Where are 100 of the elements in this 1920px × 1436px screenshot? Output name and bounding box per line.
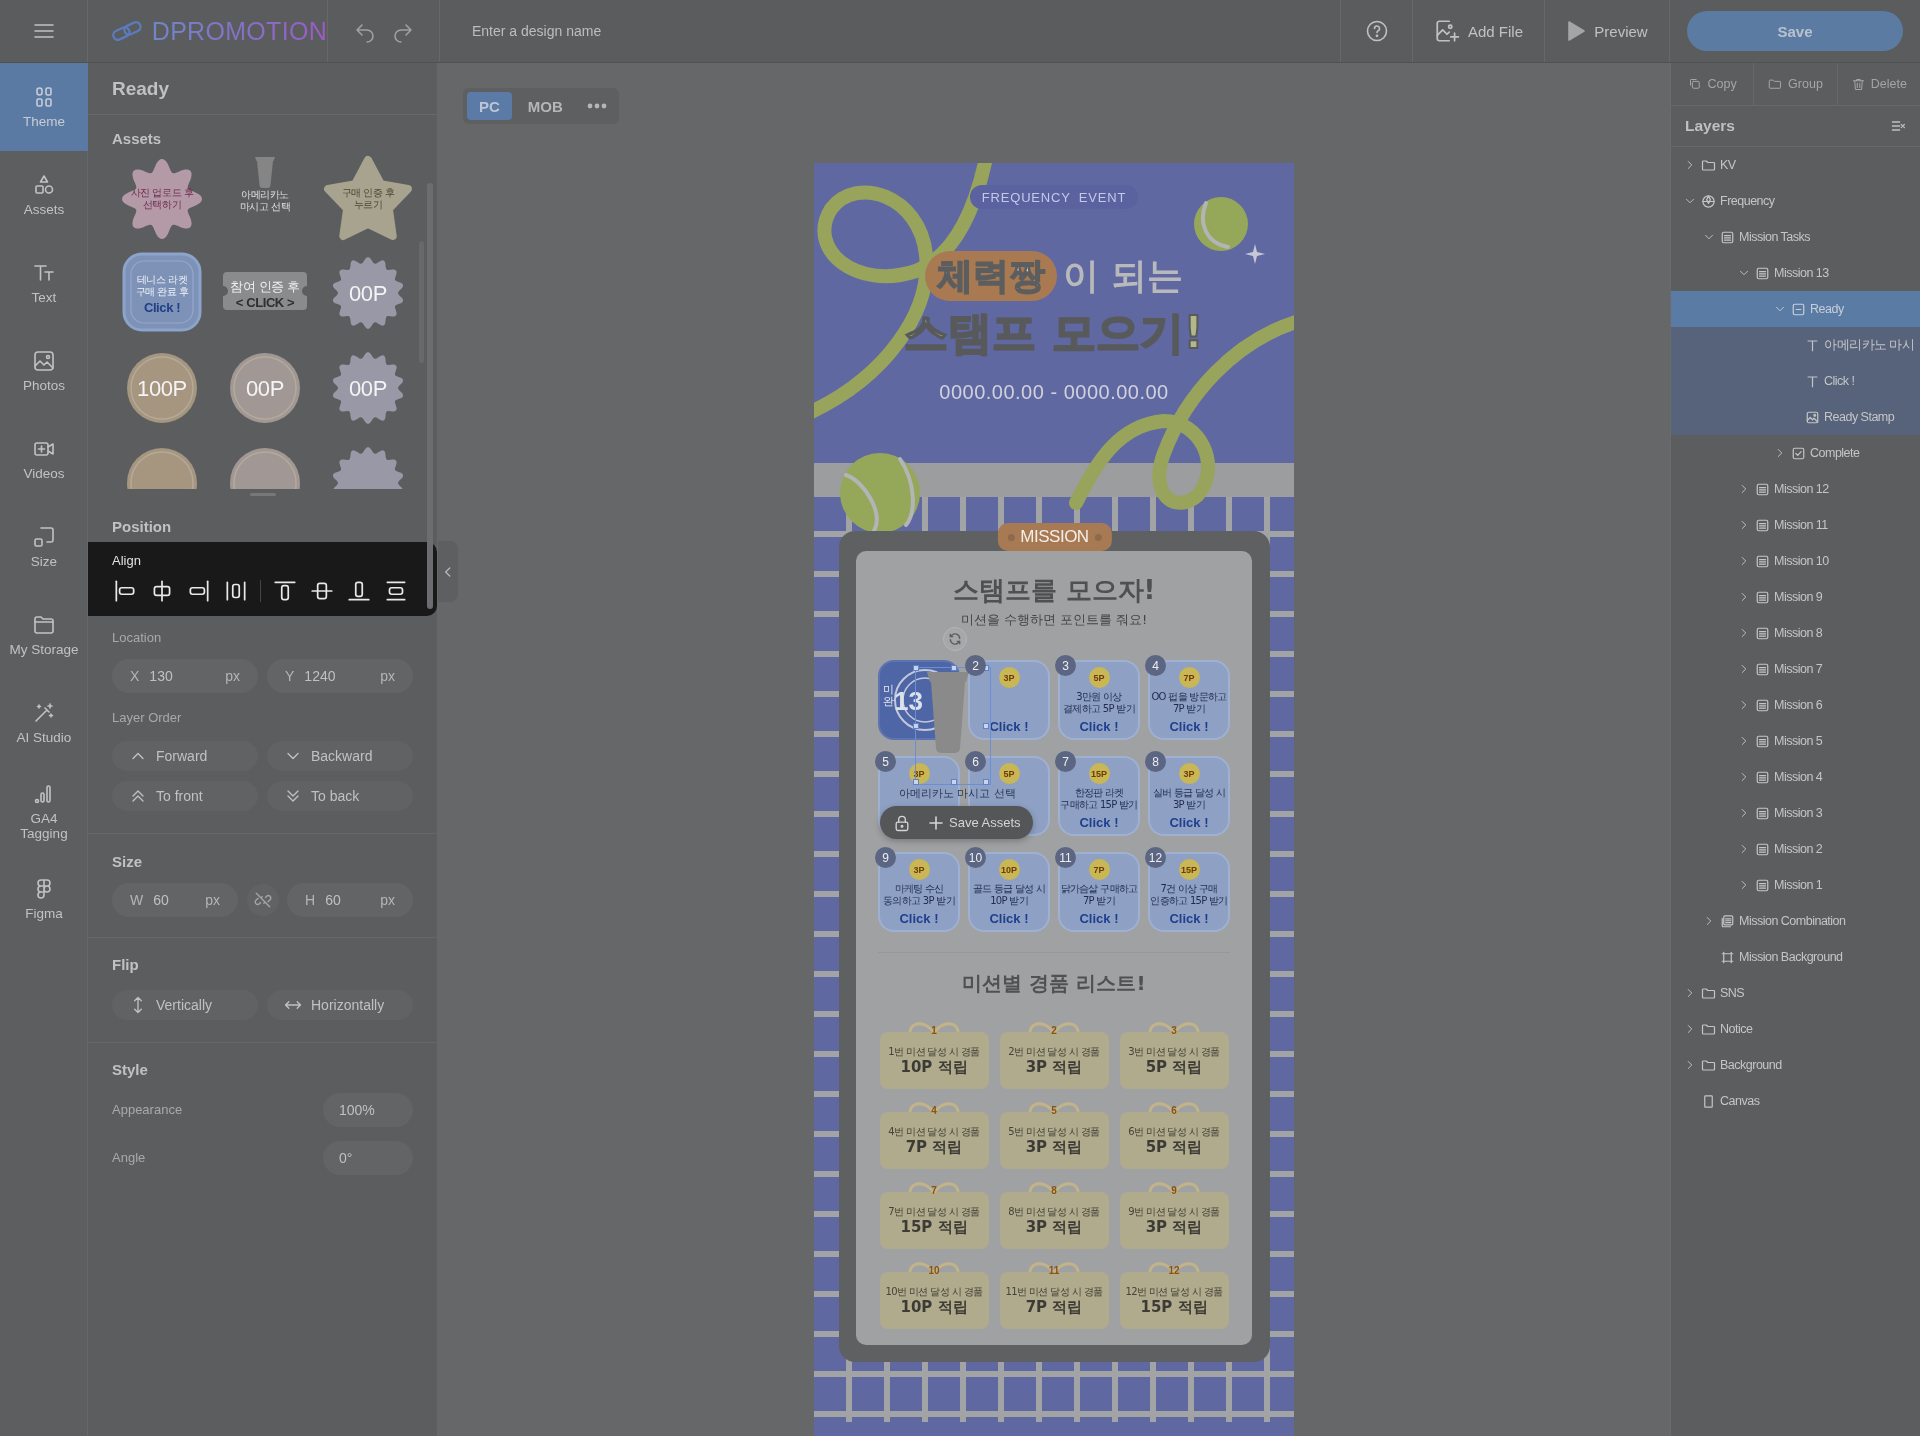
layer-row[interactable]: Ready Stamp <box>1671 399 1920 435</box>
collapse-all-icon[interactable] <box>1890 118 1906 134</box>
prize-number: 2 <box>1051 1025 1057 1036</box>
sidebar-tab[interactable]: GA4 Tagging <box>0 767 88 855</box>
sidebar-tab[interactable]: AI Studio <box>0 679 88 767</box>
click-text: Click ! <box>989 911 1029 926</box>
layer-row[interactable]: Canvas <box>1671 1083 1920 1119</box>
layer-row[interactable]: KV <box>1671 147 1920 183</box>
stamp-number-badge: 4 <box>1145 655 1166 676</box>
layer-row[interactable]: Mission 2 <box>1671 831 1920 867</box>
layer-row[interactable]: Notice <box>1671 1011 1920 1047</box>
layer-row[interactable]: Mission 10 <box>1671 543 1920 579</box>
save-assets-button[interactable]: Save Assets <box>922 806 1027 839</box>
flip-button[interactable]: Vertically <box>112 990 258 1020</box>
layer-row[interactable]: Mission Combination <box>1671 903 1920 939</box>
help-icon[interactable] <box>1364 19 1389 43</box>
view-tab[interactable]: MOB <box>515 92 575 120</box>
panel-title: Layers <box>1685 117 1735 135</box>
layer-row[interactable]: Click ! <box>1671 363 1920 399</box>
sticker-text: < CLICK > <box>235 296 295 309</box>
number-field[interactable]: W 60 px <box>112 883 238 917</box>
number-field[interactable]: X 130 px <box>112 659 258 693</box>
layer-order-button[interactable]: Forward <box>112 741 258 771</box>
layer-row[interactable]: Mission 8 <box>1671 615 1920 651</box>
layer-row[interactable]: SNS <box>1671 975 1920 1011</box>
event-dates: 0000.00.00 - 0000.00.00 <box>939 381 1169 404</box>
prize-reward: 10P 적립 <box>900 1297 968 1317</box>
layer-row[interactable]: Background <box>1671 1047 1920 1083</box>
layer-row[interactable]: Mission 3 <box>1671 795 1920 831</box>
rotate-handle[interactable] <box>943 627 967 651</box>
card-title: 스탬프를 모으자! <box>952 574 1156 607</box>
sidebar-tab[interactable]: Figma <box>0 855 88 943</box>
save-button[interactable]: Save <box>1687 11 1903 51</box>
preview-button[interactable]: Preview <box>1562 16 1652 46</box>
align-left-icon[interactable] <box>112 578 138 604</box>
click-text: Click ! <box>1169 815 1209 830</box>
number-field[interactable]: H 60 px <box>287 883 413 917</box>
sidebar-tab[interactable]: Size <box>0 503 88 591</box>
prize-number: 1 <box>931 1025 937 1036</box>
layer-order-button[interactable]: Backward <box>267 741 413 771</box>
sidebar-tab[interactable]: Theme <box>0 63 88 151</box>
click-text: Click ! <box>989 719 1029 734</box>
layer-row[interactable]: Mission 9 <box>1671 579 1920 615</box>
sidebar-tab[interactable]: Photos <box>0 327 88 415</box>
align-label: Align <box>112 552 141 570</box>
layer-row[interactable]: Mission 12 <box>1671 471 1920 507</box>
shapes-icon <box>32 173 56 197</box>
design-name-field[interactable]: Enter a design name <box>470 22 1310 40</box>
sidebar-tab[interactable]: Assets <box>0 151 88 239</box>
layer-row[interactable]: Mission 1 <box>1671 867 1920 903</box>
folder-icon <box>1701 1057 1716 1073</box>
layer-row[interactable]: Mission 7 <box>1671 651 1920 687</box>
view-tab[interactable]: PC <box>467 92 512 120</box>
prize-caption: 7번 미션 달성 시 경품 <box>888 1204 980 1218</box>
align-top-icon[interactable] <box>272 578 298 604</box>
click-text: Click ! <box>1079 911 1119 926</box>
rectangle-icon <box>1701 1093 1716 1109</box>
add-file-button[interactable]: Add File <box>1430 14 1527 48</box>
section-title: Flip <box>112 955 139 975</box>
stamp-number-badge: 9 <box>875 847 896 868</box>
layer-row[interactable]: 아메리카노 마시 <box>1671 327 1920 363</box>
unlink-button[interactable] <box>246 884 279 916</box>
play-icon <box>1566 20 1587 42</box>
points-badge: 7P <box>1088 859 1110 880</box>
layer-row[interactable]: Mission Tasks <box>1671 219 1920 255</box>
align-right-icon[interactable] <box>186 578 212 604</box>
list-icon <box>1755 553 1770 569</box>
layer-row[interactable]: Mission 13 <box>1671 255 1920 291</box>
sidebar-tab[interactable]: Text <box>0 239 88 327</box>
layer-row[interactable]: Mission 4 <box>1671 759 1920 795</box>
points-badge: 3P <box>998 667 1020 688</box>
layer-row[interactable]: Mission Background <box>1671 939 1920 975</box>
value-field[interactable]: 100% <box>323 1093 413 1127</box>
layer-row[interactable]: Complete <box>1671 435 1920 471</box>
align-bottom-icon[interactable] <box>346 578 372 604</box>
prize-reward: 5P 적립 <box>1145 1057 1203 1077</box>
layer-order-button[interactable]: To front <box>112 781 258 811</box>
layer-row[interactable]: Frequency <box>1671 183 1920 219</box>
stamp-number-badge: 7 <box>1055 751 1076 772</box>
layer-row[interactable]: Ready <box>1671 291 1920 327</box>
sticker-text: 사진 업로드 후 선택하기 <box>130 186 194 211</box>
sidebar-tab[interactable]: My Storage <box>0 591 88 679</box>
layer-row[interactable]: Mission 5 <box>1671 723 1920 759</box>
number-field[interactable]: Y 1240 px <box>267 659 413 693</box>
list-icon <box>1755 805 1770 821</box>
layer-row[interactable]: Mission 11 <box>1671 507 1920 543</box>
prize-number: 5 <box>1051 1105 1057 1116</box>
stamp-status: 미완 <box>883 684 894 709</box>
list-icon <box>1755 661 1770 677</box>
value-field[interactable]: 0° <box>323 1141 413 1175</box>
layer-row[interactable]: Mission 6 <box>1671 687 1920 723</box>
flip-button[interactable]: Horizontally <box>267 990 413 1020</box>
prize-reward: 15P 적립 <box>1140 1297 1208 1317</box>
prize-reward: 10P 적립 <box>900 1057 968 1077</box>
folder-icon <box>1701 1021 1716 1037</box>
list-icon <box>1755 769 1770 785</box>
layer-order-button[interactable]: To back <box>267 781 413 811</box>
add-image-icon <box>1434 18 1460 44</box>
sidebar-tab[interactable]: Videos <box>0 415 88 503</box>
prize-number: 7 <box>931 1185 937 1196</box>
